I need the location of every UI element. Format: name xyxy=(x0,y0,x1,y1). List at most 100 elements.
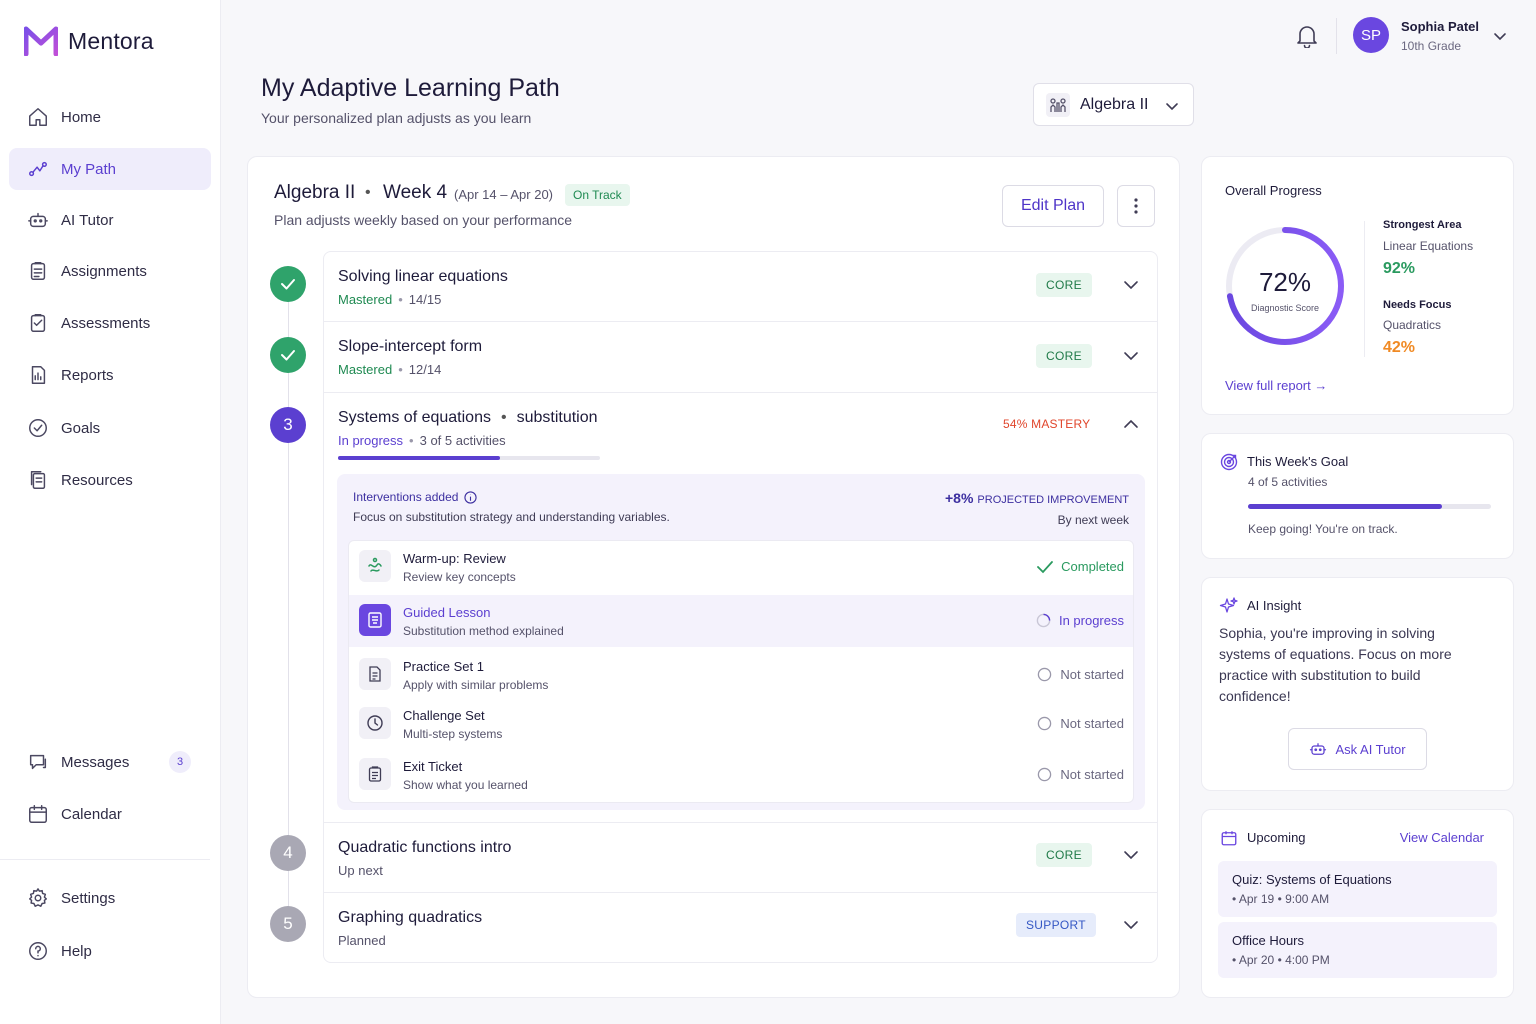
edit-plan-button[interactable]: Edit Plan xyxy=(1002,185,1104,227)
sidebar-item-assessments[interactable]: Assessments xyxy=(9,302,211,344)
sidebar-item-goals[interactable]: Goals xyxy=(9,407,211,449)
notifications-button[interactable] xyxy=(1296,24,1318,53)
needs-focus-label: Needs Focus xyxy=(1383,299,1452,311)
chevron-up-icon[interactable] xyxy=(1122,415,1140,433)
activity-row[interactable]: Challenge Set Multi-step systems Not sta… xyxy=(349,698,1133,750)
upcoming-item[interactable]: Quiz: Systems of Equations • Apr 19 • 9:… xyxy=(1218,861,1497,917)
chevron-down-icon[interactable] xyxy=(1122,276,1140,294)
sidebar-item-help[interactable]: Help xyxy=(9,930,211,972)
topic-status-label: In progress xyxy=(338,433,404,448)
brand[interactable]: Mentora xyxy=(24,26,154,56)
plan-subject: Algebra II xyxy=(274,182,356,203)
strongest-area-topic: Linear Equations xyxy=(1383,239,1474,253)
user-grade: 10th Grade xyxy=(1401,39,1462,53)
weekly-goal-card: This Week's Goal 4 of 5 activities Keep … xyxy=(1201,433,1514,559)
topic-tag: CORE xyxy=(1036,344,1092,368)
activity-row[interactable]: Warm-up: Review Review key concepts Comp… xyxy=(349,541,1133,593)
activity-title: Warm-up: Review xyxy=(403,551,506,566)
sidebar-item-messages[interactable]: Messages 3 xyxy=(9,741,211,783)
checklist-icon xyxy=(30,314,46,332)
step-upcoming-node: 4 xyxy=(270,835,306,871)
sidebar-item-label: Messages xyxy=(61,753,130,771)
header-divider xyxy=(1336,18,1337,54)
chevron-down-icon[interactable] xyxy=(1122,347,1140,365)
separator-dot: • xyxy=(365,184,371,201)
sidebar-item-ai-tutor[interactable]: AI Tutor xyxy=(9,199,211,241)
home-icon xyxy=(29,108,47,126)
sidebar-item-my-path[interactable]: My Path xyxy=(9,148,211,190)
topic-row[interactable]: Solving linear equations Mastered • 14/15 … xyxy=(323,251,1158,322)
sidebar-item-label: My Path xyxy=(61,160,117,178)
upcoming-time: • Apr 19 • 9:00 AM xyxy=(1232,892,1330,906)
topic-status-label: Mastered xyxy=(338,292,393,307)
activity-title: Practice Set 1 xyxy=(403,659,484,674)
avatar[interactable]: SP xyxy=(1353,17,1389,53)
report-icon xyxy=(31,366,46,384)
warmup-icon xyxy=(359,550,391,582)
interventions-title: Interventions added xyxy=(353,490,478,504)
topic-activity-count: 3 of 5 activities xyxy=(419,433,506,448)
diagnostic-score-ring: 72% Diagnostic Score xyxy=(1224,225,1346,347)
in-progress-icon xyxy=(1036,613,1051,628)
card-title: Overall Progress xyxy=(1225,183,1322,198)
topic-status: Mastered • 12/14 xyxy=(338,362,442,377)
calendar-icon xyxy=(29,805,47,823)
card-title: Upcoming xyxy=(1247,830,1306,845)
sidebar-item-label: Home xyxy=(61,108,102,126)
clock-icon xyxy=(359,707,391,739)
sidebar-item-label: Goals xyxy=(61,419,101,437)
target-icon xyxy=(1220,453,1238,471)
interventions-panel: Interventions added Focus on substitutio… xyxy=(337,474,1145,810)
activity-row[interactable]: Guided Lesson Substitution method explai… xyxy=(349,595,1133,647)
activity-subtitle: Substitution method explained xyxy=(403,624,564,638)
goal-progress-bar xyxy=(1248,504,1491,509)
mentora-logo-icon xyxy=(24,26,58,56)
sidebar-item-label: Resources xyxy=(61,471,133,489)
needs-focus-topic: Quadratics xyxy=(1383,318,1442,332)
score-label: Diagnostic Score xyxy=(1250,303,1320,313)
more-options-button[interactable] xyxy=(1117,185,1155,227)
activity-row[interactable]: Exit Ticket Show what you learned Not st… xyxy=(349,749,1133,801)
topic-row[interactable]: Slope-intercept form Mastered • 12/14 CORE xyxy=(323,321,1158,393)
sidebar-item-settings[interactable]: Settings xyxy=(9,877,211,919)
brand-name: Mentora xyxy=(68,27,154,54)
upcoming-item[interactable]: Office Hours • Apr 20 • 4:00 PM xyxy=(1218,922,1497,978)
activity-title: Challenge Set xyxy=(403,708,485,723)
sidebar-item-resources[interactable]: Resources xyxy=(9,459,211,501)
goal-count: 4 of 5 activities xyxy=(1248,475,1328,489)
chevron-down-icon[interactable] xyxy=(1122,916,1140,934)
topic-row[interactable]: Graphing quadratics Planned SUPPORT xyxy=(323,892,1158,963)
chevron-down-icon[interactable] xyxy=(1122,846,1140,864)
activity-status: Not started xyxy=(1037,716,1124,731)
user-menu-button[interactable] xyxy=(1492,28,1508,49)
activity-row[interactable]: Practice Set 1 Apply with similar proble… xyxy=(349,649,1133,701)
activity-status-text: Not started xyxy=(1060,767,1124,782)
topic-title: Quadratic functions intro xyxy=(338,839,512,856)
activity-subtitle: Apply with similar problems xyxy=(403,678,549,692)
sidebar-item-reports[interactable]: Reports xyxy=(9,354,211,396)
view-calendar-link[interactable]: View Calendar xyxy=(1400,830,1484,845)
subject-icon xyxy=(1046,92,1070,117)
view-full-report-link[interactable]: View full report → xyxy=(1225,378,1327,393)
sidebar-item-calendar[interactable]: Calendar xyxy=(9,793,211,835)
interventions-title-text: Interventions added xyxy=(353,490,459,504)
interventions-description: Focus on substitution strategy and under… xyxy=(353,510,670,524)
ask-ai-tutor-button[interactable]: Ask AI Tutor xyxy=(1288,728,1427,770)
sidebar-item-label: Assessments xyxy=(61,314,151,332)
chat-icon xyxy=(29,754,47,770)
subject-select-value: Algebra II xyxy=(1080,95,1149,113)
topic-row-expanded[interactable]: Systems of equations • substitution In pro… xyxy=(323,392,1158,823)
info-icon[interactable] xyxy=(464,490,478,504)
learning-path-card: Algebra II • Week 4 (Apr 14 – Apr 20) On… xyxy=(247,156,1180,998)
sidebar-item-label: Reports xyxy=(61,366,114,384)
sidebar-item-assignments[interactable]: Assignments xyxy=(9,250,211,292)
topic-row[interactable]: Quadratic functions intro Up next CORE xyxy=(323,822,1158,893)
sidebar-item-home[interactable]: Home xyxy=(9,96,211,138)
ai-insight-card: AI Insight Sophia, you're improving in s… xyxy=(1201,577,1514,791)
subject-select[interactable]: Algebra II xyxy=(1033,83,1194,126)
topic-title: Systems of equations • substitution xyxy=(338,409,598,426)
step-complete-node xyxy=(270,337,306,373)
insight-text: Sophia, you're improving in solving syst… xyxy=(1219,625,1452,704)
projected-when: By next week xyxy=(1057,513,1129,527)
more-vertical-icon xyxy=(1134,198,1138,214)
